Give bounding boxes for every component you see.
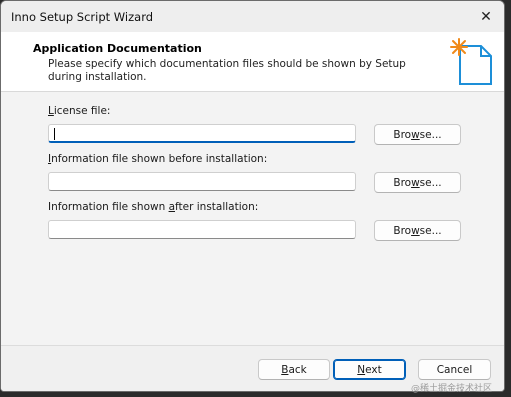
back-button[interactable]: Back xyxy=(258,359,330,380)
browse-license-button[interactable]: Bro w se... xyxy=(374,124,461,145)
watermark: @稀土掘金技术社区 xyxy=(411,384,493,394)
info-before-input[interactable] xyxy=(48,172,356,191)
next-button[interactable]: Next xyxy=(333,359,406,380)
license-file-label: License file: xyxy=(48,105,111,117)
title-bar: Inno Setup Script Wizard ✕ xyxy=(1,1,504,32)
wizard-window: Inno Setup Script Wizard ✕ Application D… xyxy=(0,0,505,392)
page-title: Application Documentation xyxy=(33,42,202,55)
info-after-label: Information file shown after installatio… xyxy=(48,201,259,213)
info-before-label: Information file shown before installati… xyxy=(48,153,268,165)
header-separator xyxy=(1,91,504,92)
license-file-input[interactable] xyxy=(48,124,356,143)
close-button[interactable]: ✕ xyxy=(468,1,504,32)
text-caret xyxy=(54,128,55,140)
close-icon: ✕ xyxy=(480,8,492,25)
browse-info-before-button[interactable]: Bro w se... xyxy=(374,172,461,193)
window-title: Inno Setup Script Wizard xyxy=(11,10,154,24)
cancel-button[interactable]: Cancel xyxy=(418,359,491,380)
info-after-input[interactable] xyxy=(48,220,356,239)
wizard-document-icon xyxy=(450,38,492,85)
page-header: Application Documentation Please specify… xyxy=(1,32,504,91)
page-description: Please specify which documentation files… xyxy=(48,58,406,83)
browse-info-after-button[interactable]: Bro w se... xyxy=(374,220,461,241)
